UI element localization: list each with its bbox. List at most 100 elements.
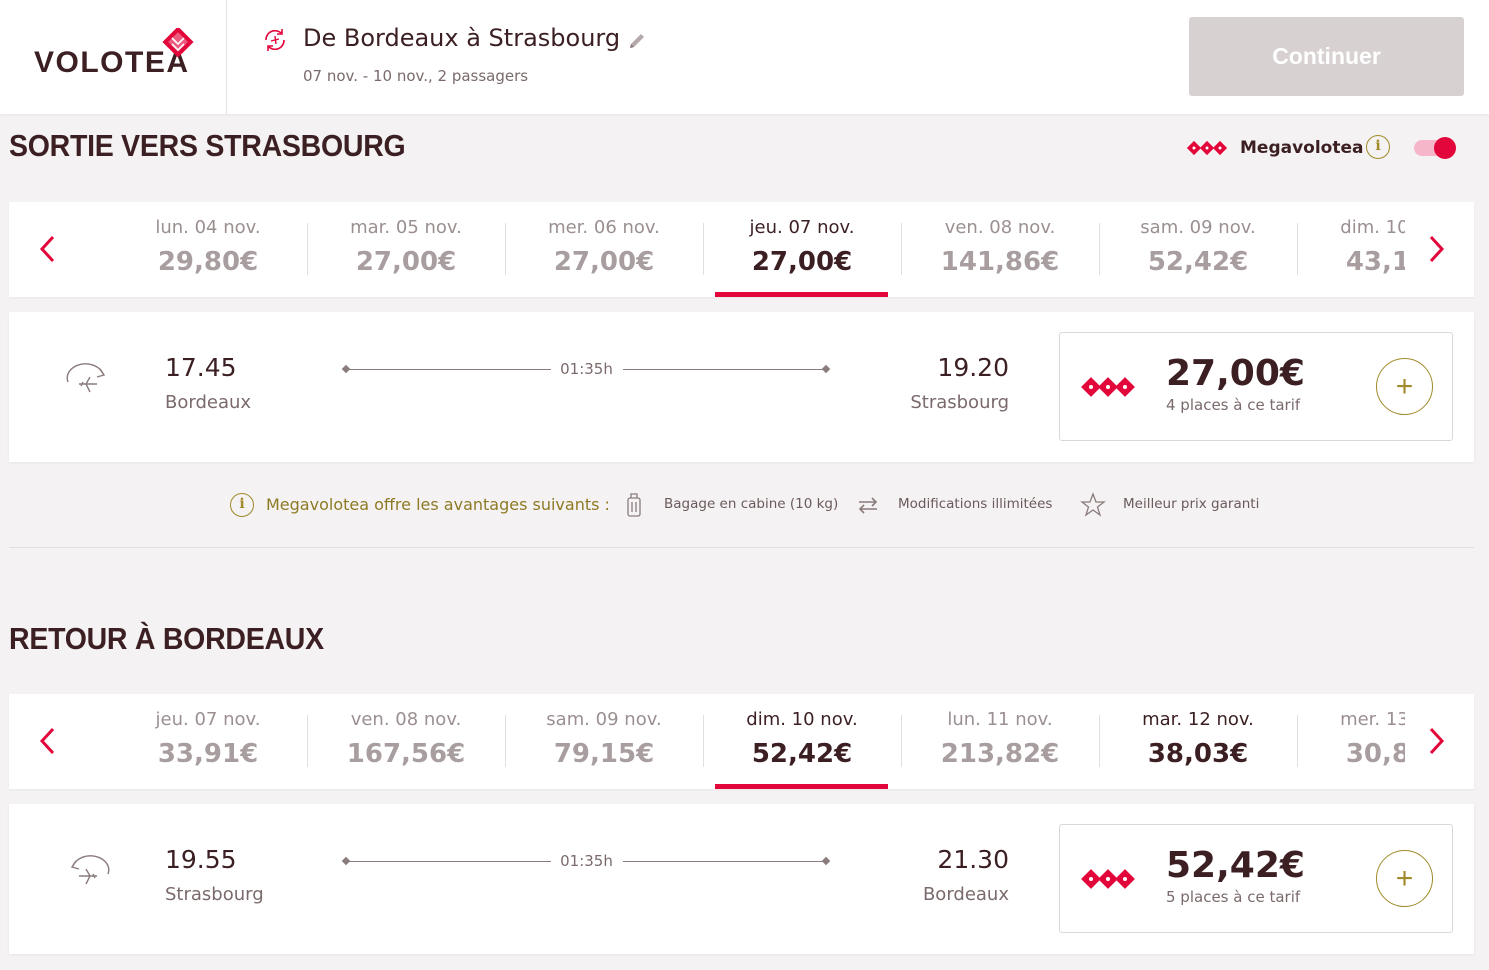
megavolotea-info-icon[interactable]: i (1366, 135, 1390, 159)
arrival-time: 19.20 (937, 353, 1009, 382)
volotea-logo-icon (162, 28, 194, 58)
section-divider (9, 547, 1474, 548)
add-fare-button[interactable]: + (1376, 358, 1433, 415)
inbound-fare-box[interactable]: 52,42€ 5 places à ce tarif + (1059, 824, 1453, 933)
date-option[interactable]: mar. 12 nov. 38,03€ (1099, 694, 1297, 789)
continue-button[interactable]: Continuer (1189, 17, 1464, 96)
date-option[interactable]: lun. 04 nov. 29,80€ (109, 202, 307, 297)
date-option[interactable]: mer. 13 nov. 30,80€ (1297, 694, 1405, 789)
date-option[interactable]: ven. 08 nov. 141,86€ (901, 202, 1099, 297)
date-price: 52,42€ (751, 739, 853, 769)
fare-seats-left: 5 places à ce tarif (1166, 888, 1301, 906)
date-label: lun. 11 nov. (947, 709, 1053, 730)
date-option[interactable]: dim. 10 nov. 52,42€ (703, 694, 901, 789)
departure-plane-icon (66, 363, 106, 393)
departure-time: 19.55 (165, 845, 237, 874)
benefits-info-icon: i (230, 493, 254, 517)
inbound-next-dates-button[interactable] (1421, 723, 1451, 759)
date-price: 27,00€ (355, 247, 457, 277)
date-label: ven. 08 nov. (944, 217, 1056, 238)
megavolotea-toggle-row: Megavolotea i (1186, 131, 1466, 165)
arrival-city: Strasbourg (910, 392, 1009, 413)
return-plane-icon (70, 855, 110, 885)
date-label: sam. 09 nov. (546, 709, 662, 730)
chevron-right-icon (1429, 235, 1445, 263)
route-line-left (347, 369, 551, 370)
logo[interactable]: VOLOTEA (0, 0, 227, 114)
date-label: mar. 05 nov. (350, 217, 462, 238)
route-subtitle: 07 nov. - 10 nov., 2 passagers (303, 67, 529, 85)
selected-date-indicator (715, 784, 888, 789)
inbound-section-title: RETOUR À BORDEAUX (9, 621, 324, 656)
megavolotea-toggle[interactable] (1414, 137, 1456, 159)
inbound-flight-card[interactable]: 19.55 Strasbourg 01:35h 21.30 Bordeaux 5… (9, 804, 1474, 954)
chevron-left-icon (39, 727, 55, 755)
date-label: mer. 13 nov. (1340, 709, 1405, 730)
swap-icon (858, 497, 878, 514)
megavolotea-label: Megavolotea (1240, 138, 1364, 158)
date-price: 213,82€ (940, 739, 1060, 769)
benefit-best-price: Meilleur prix garanti (1123, 496, 1260, 512)
date-label: mer. 06 nov. (548, 217, 660, 238)
toggle-knob (1434, 137, 1456, 159)
date-price: 79,15€ (553, 739, 655, 769)
date-option[interactable]: jeu. 07 nov. 27,00€ (703, 202, 901, 297)
fare-seats-left: 4 places à ce tarif (1166, 396, 1301, 414)
date-label: jeu. 07 nov. (749, 217, 855, 238)
date-label: dim. 10 nov. (746, 709, 858, 730)
date-option[interactable]: mar. 05 nov. 27,00€ (307, 202, 505, 297)
date-price: 38,03€ (1147, 739, 1249, 769)
date-label: mar. 12 nov. (1142, 709, 1254, 730)
megavolotea-icon (1186, 140, 1228, 156)
megavolotea-benefits: i Megavolotea offre les avantages suivan… (0, 485, 1489, 525)
inbound-date-strip: jeu. 07 nov. 33,91€ ven. 08 nov. 167,56€ sam… (9, 694, 1474, 789)
outbound-fare-box[interactable]: 27,00€ 4 places à ce tarif + (1059, 332, 1453, 441)
outbound-prev-dates-button[interactable] (33, 231, 63, 267)
date-price: 30,80€ (1345, 739, 1405, 769)
outbound-next-dates-button[interactable] (1421, 231, 1451, 267)
outbound-date-strip: lun. 04 nov. 29,80€ mar. 05 nov. 27,00€ mer.… (9, 202, 1474, 297)
edit-pencil-icon[interactable] (626, 30, 648, 52)
round-trip-icon (265, 29, 285, 51)
departure-city: Strasbourg (165, 884, 264, 905)
date-label: lun. 04 nov. (155, 217, 261, 238)
date-price: 52,42€ (1147, 247, 1249, 277)
fare-price: 52,42€ (1166, 845, 1305, 886)
outbound-flight-card[interactable]: 17.45 Bordeaux 01:35h 19.20 Strasbourg 2… (9, 312, 1474, 462)
date-price: 27,00€ (751, 247, 853, 277)
inbound-prev-dates-button[interactable] (33, 723, 63, 759)
date-option[interactable]: jeu. 07 nov. 33,91€ (109, 694, 307, 789)
route-title: De Bordeaux à Strasbourg (303, 24, 621, 52)
date-option[interactable]: ven. 08 nov. 167,56€ (307, 694, 505, 789)
date-price: 33,91€ (157, 739, 259, 769)
chevron-left-icon (39, 235, 55, 263)
header: VOLOTEA De Bordeaux à Strasbourg 07 nov.… (0, 0, 1489, 114)
megavolotea-fare-icon (1081, 377, 1135, 397)
date-option[interactable]: mer. 06 nov. 27,00€ (505, 202, 703, 297)
date-price: 43,12€ (1345, 247, 1405, 277)
date-label: jeu. 07 nov. (155, 709, 261, 730)
route-end-dot (821, 364, 831, 374)
flight-duration: 01:35h (560, 360, 613, 378)
departure-time: 17.45 (165, 353, 237, 382)
route-line-right (623, 861, 825, 862)
outbound-section-title: SORTIE VERS STRASBOURG (9, 128, 406, 163)
arrival-city: Bordeaux (922, 884, 1009, 905)
benefits-title: Megavolotea offre les avantages suivants… (266, 495, 610, 514)
date-option[interactable]: dim. 10 nov. 43,12€ (1297, 202, 1405, 297)
route-line-left (347, 861, 551, 862)
outbound-day-list: lun. 04 nov. 29,80€ mar. 05 nov. 27,00€ mer.… (109, 202, 1405, 297)
arrival-time: 21.30 (937, 845, 1009, 874)
selected-date-indicator (715, 292, 888, 297)
date-option[interactable]: sam. 09 nov. 79,15€ (505, 694, 703, 789)
benefit-cabin-bag: Bagage en cabine (10 kg) (664, 496, 839, 512)
benefit-modifications: Modifications illimitées (898, 496, 1053, 512)
date-option[interactable]: lun. 11 nov. 213,82€ (901, 694, 1099, 789)
add-fare-button[interactable]: + (1376, 850, 1433, 907)
date-label: dim. 10 nov. (1340, 217, 1405, 238)
date-price: 141,86€ (940, 247, 1060, 277)
date-price: 29,80€ (157, 247, 259, 277)
inbound-day-list: jeu. 07 nov. 33,91€ ven. 08 nov. 167,56€ sam… (109, 694, 1405, 789)
star-icon (1080, 492, 1106, 517)
date-option[interactable]: sam. 09 nov. 52,42€ (1099, 202, 1297, 297)
